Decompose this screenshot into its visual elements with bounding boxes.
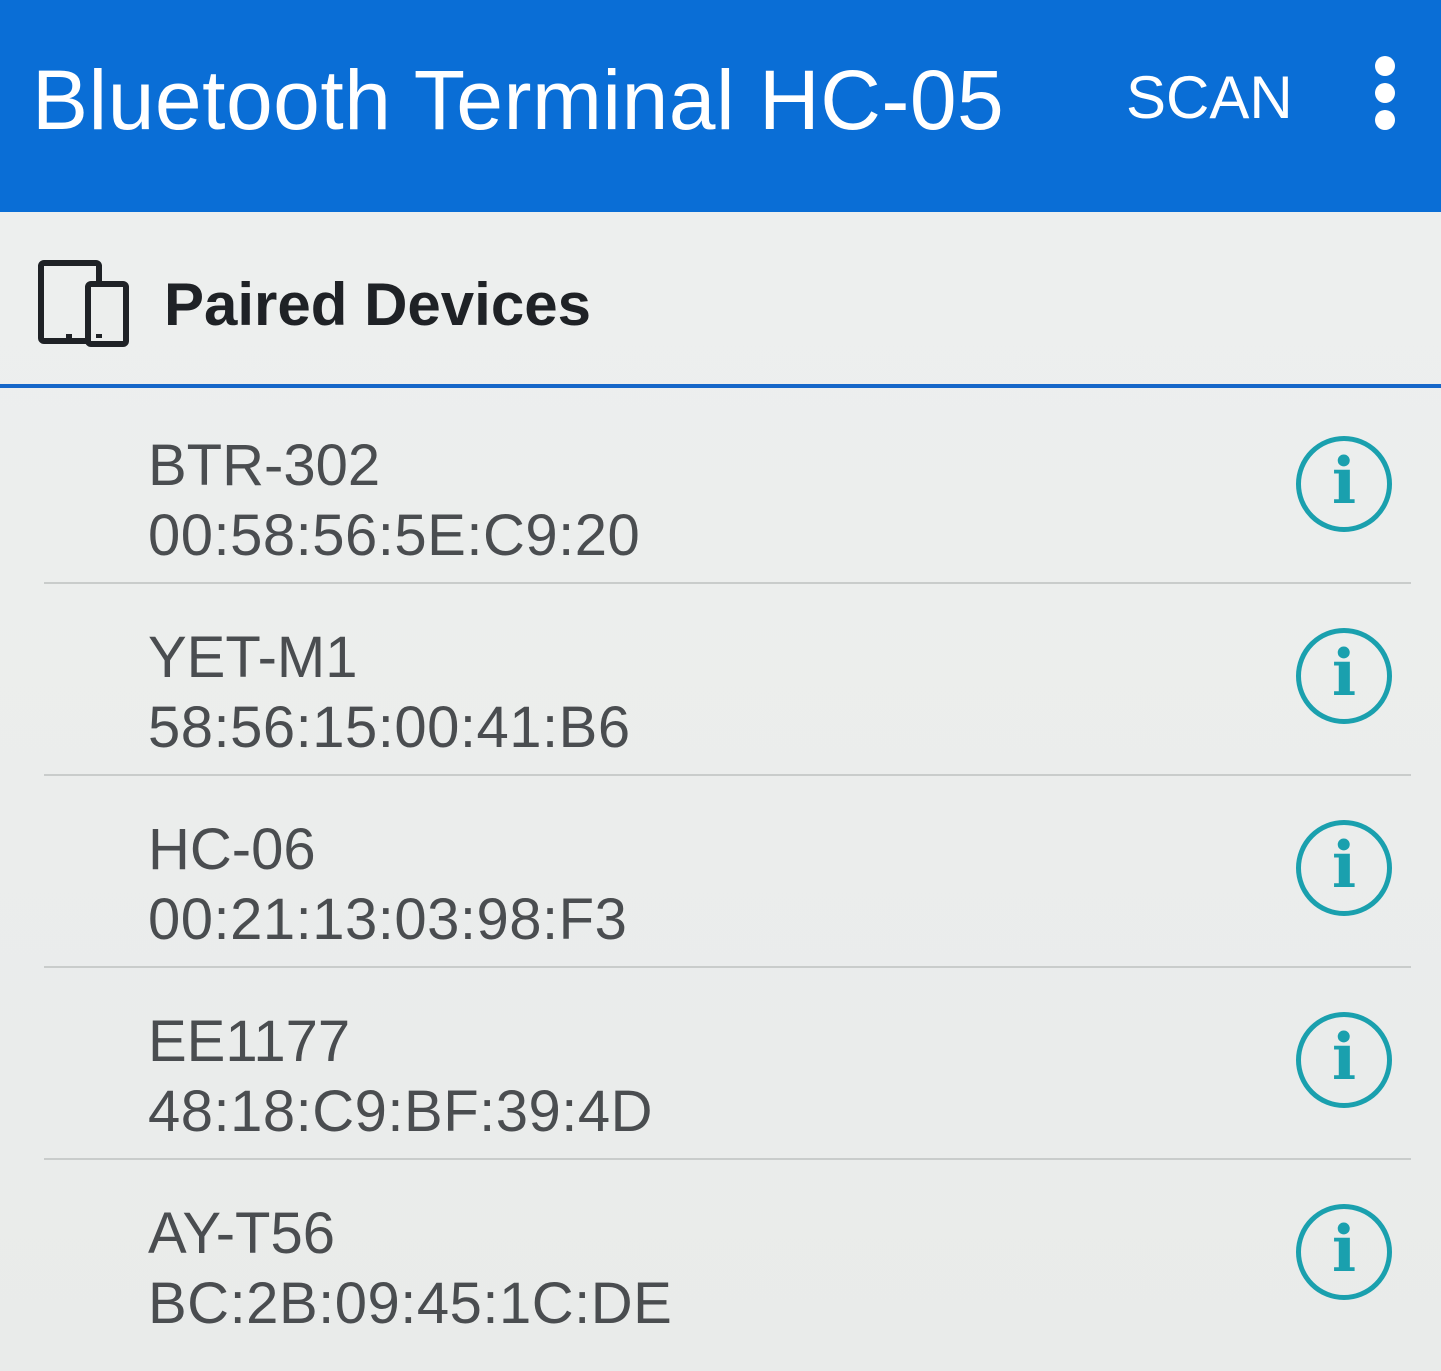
device-name: EE1177 xyxy=(148,1009,351,1074)
device-list-item[interactable]: BTR-302 00:58:56:5E:C9:20 i xyxy=(0,392,1441,584)
more-vert-icon-dot xyxy=(1375,83,1395,103)
overflow-menu-button[interactable] xyxy=(1350,48,1420,138)
more-vert-icon xyxy=(1375,56,1395,76)
app-bar: Bluetooth Terminal HC-05 SCAN xyxy=(0,0,1441,212)
device-info-button[interactable]: i xyxy=(1296,436,1392,532)
device-address: BC:2B:09:45:1C:DE xyxy=(148,1271,673,1336)
info-icon: i xyxy=(1331,1212,1357,1287)
section-title: Paired Devices xyxy=(164,271,591,338)
device-address: 00:58:56:5E:C9:20 xyxy=(148,503,641,568)
paired-devices-header: Paired Devices xyxy=(0,212,1441,390)
device-list-item[interactable]: HC-06 00:21:13:03:98:F3 i xyxy=(0,776,1441,968)
device-info-button[interactable]: i xyxy=(1296,1204,1392,1300)
device-info-button[interactable]: i xyxy=(1296,820,1392,916)
device-list: BTR-302 00:58:56:5E:C9:20 i YET-M1 58:56… xyxy=(0,392,1441,1352)
more-vert-icon-dot xyxy=(1375,110,1395,130)
device-address: 00:21:13:03:98:F3 xyxy=(148,887,628,952)
info-icon: i xyxy=(1331,444,1357,519)
info-icon: i xyxy=(1331,828,1357,903)
device-name: BTR-302 xyxy=(148,433,381,498)
scan-button[interactable]: SCAN xyxy=(1112,58,1307,138)
devices-icon xyxy=(38,260,129,347)
device-list-item[interactable]: EE1177 48:18:C9:BF:39:4D i xyxy=(0,968,1441,1160)
device-info-button[interactable]: i xyxy=(1296,628,1392,724)
section-divider xyxy=(0,384,1441,388)
app-screen: Bluetooth Terminal HC-05 SCAN Paired Dev… xyxy=(0,0,1441,1371)
device-name: HC-06 xyxy=(148,817,316,882)
device-name: YET-M1 xyxy=(148,625,358,690)
info-icon: i xyxy=(1331,1020,1357,1095)
device-address: 58:56:15:00:41:B6 xyxy=(148,695,631,760)
device-name: AY-T56 xyxy=(148,1201,335,1266)
device-list-item[interactable]: AY-T56 BC:2B:09:45:1C:DE i xyxy=(0,1160,1441,1352)
device-address: 48:18:C9:BF:39:4D xyxy=(148,1079,654,1144)
app-title: Bluetooth Terminal HC-05 xyxy=(32,53,1005,147)
device-info-button[interactable]: i xyxy=(1296,1012,1392,1108)
device-list-item[interactable]: YET-M1 58:56:15:00:41:B6 i xyxy=(0,584,1441,776)
info-icon: i xyxy=(1331,636,1357,711)
